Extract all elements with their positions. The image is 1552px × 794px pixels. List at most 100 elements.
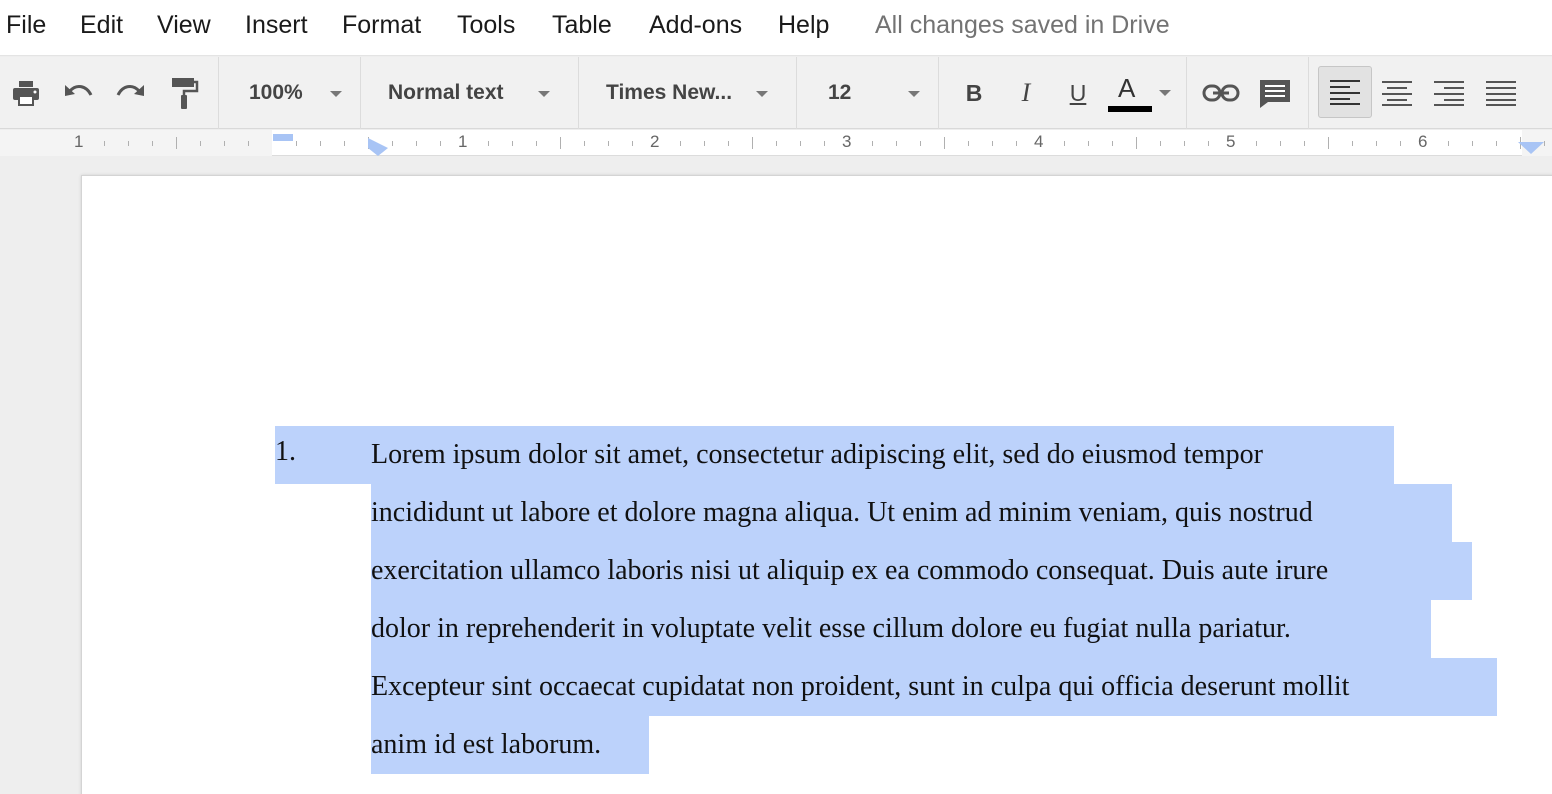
ruler-tick [1472, 140, 1473, 146]
ruler-number: 4 [1034, 132, 1044, 151]
document-page[interactable]: 1. Lorem ipsum dolor sit amet, consectet… [81, 175, 1552, 794]
ruler-tick [800, 140, 801, 146]
ruler-tick [992, 140, 993, 146]
toolbar-separator [1308, 57, 1309, 129]
zoom-dropdown[interactable]: 100% [222, 69, 358, 117]
paragraph-line[interactable]: dolor in reprehenderit in voluptate veli… [371, 600, 1431, 658]
ruler-left-margin [0, 130, 272, 156]
align-left-button[interactable] [1318, 66, 1372, 118]
paragraph-line[interactable]: incididunt ut labore et dolore magna ali… [371, 484, 1452, 542]
ruler-number: 1 [74, 132, 84, 151]
menu-format[interactable]: Format [342, 10, 421, 40]
ruler-tick [608, 140, 609, 146]
menu-table[interactable]: Table [552, 10, 612, 40]
paint-format-button[interactable] [162, 69, 206, 117]
align-right-button[interactable] [1424, 69, 1474, 117]
redo-icon [116, 85, 144, 96]
text-color-icon: A [1118, 73, 1136, 103]
chevron-down-icon [538, 91, 550, 97]
paragraph-style-dropdown[interactable]: Normal text [362, 69, 576, 117]
ruler-number: 3 [842, 132, 852, 151]
toolbar-separator [796, 57, 797, 129]
ruler-tick [1136, 137, 1137, 149]
ruler-tick [704, 140, 705, 146]
ruler-tick [1256, 140, 1257, 146]
paragraph-line[interactable]: anim id est laborum. [371, 716, 649, 774]
toolbar-separator [1186, 57, 1187, 129]
ruler-tick [200, 140, 201, 146]
paragraph-line[interactable]: exercitation ullamco laboris nisi ut ali… [371, 542, 1472, 600]
font-dropdown[interactable]: Times New... [580, 69, 794, 117]
first-line-indent-marker[interactable] [273, 134, 293, 141]
bold-icon: B [965, 79, 983, 106]
menu-help[interactable]: Help [778, 10, 829, 40]
ruler-tick [104, 140, 105, 146]
toolbar: 100% Normal text Times New... 12 B I U A [0, 57, 1552, 129]
italic-icon: I [1021, 78, 1031, 107]
ruler-tick [776, 140, 777, 146]
ruler-number: 5 [1226, 132, 1236, 151]
ruler-tick [1304, 140, 1305, 146]
ruler-tick [944, 137, 945, 149]
insert-comment-button[interactable] [1252, 69, 1298, 117]
bold-button[interactable]: B [952, 69, 996, 117]
ruler-tick [920, 140, 921, 146]
menu-file[interactable]: File [6, 10, 46, 40]
ruler-tick [1400, 140, 1401, 146]
comment-icon [1260, 80, 1290, 108]
ruler-tick [176, 137, 177, 149]
ruler-tick [1448, 140, 1449, 146]
undo-button[interactable] [56, 69, 100, 117]
text-color-swatch [1108, 106, 1152, 112]
justify-button[interactable] [1476, 69, 1526, 117]
ruler-tick [728, 140, 729, 146]
ruler-tick [968, 140, 969, 146]
ruler-tick [872, 140, 873, 146]
text-color-button[interactable]: A [1104, 69, 1180, 117]
menu-edit[interactable]: Edit [80, 10, 123, 40]
ruler-tick [1016, 140, 1017, 146]
menu-add-ons[interactable]: Add-ons [649, 10, 742, 40]
align-left-icon [1330, 80, 1360, 105]
ruler-tick [632, 140, 633, 146]
ruler-tick [1184, 140, 1185, 146]
menu-insert[interactable]: Insert [245, 10, 308, 40]
menu-view[interactable]: View [157, 10, 211, 40]
ruler-tick [152, 140, 153, 146]
align-justify-icon [1486, 81, 1516, 106]
italic-button[interactable]: I [1004, 69, 1048, 117]
ruler-tick [536, 140, 537, 146]
link-icon [1202, 84, 1240, 102]
list-number: 1. [275, 426, 371, 484]
right-indent-marker[interactable] [1518, 142, 1544, 156]
ruler-tick [1352, 140, 1353, 146]
font-size-value: 12 [828, 81, 852, 104]
ruler-tick [224, 140, 225, 146]
menu-tools[interactable]: Tools [457, 10, 515, 40]
ruler-tick [488, 140, 489, 146]
chevron-down-icon [1159, 90, 1171, 96]
underline-button[interactable]: U [1056, 69, 1100, 117]
ruler-tick [1112, 140, 1113, 146]
ruler-tick [584, 140, 585, 146]
align-center-button[interactable] [1372, 69, 1422, 117]
ruler-tick [752, 137, 753, 149]
print-button[interactable] [4, 69, 48, 117]
align-center-icon [1382, 81, 1412, 106]
underline-icon: U [1069, 79, 1087, 106]
ruler-tick [440, 140, 441, 146]
chevron-down-icon [908, 91, 920, 97]
ruler-tick [1376, 140, 1377, 146]
left-indent-marker[interactable] [366, 138, 390, 156]
ruler-tick [296, 140, 297, 146]
paragraph-line[interactable]: Excepteur sint occaecat cupidatat non pr… [371, 658, 1497, 716]
paragraph-line[interactable]: Lorem ipsum dolor sit amet, consectetur … [371, 426, 1394, 484]
ruler-tick [896, 140, 897, 146]
paragraph-style-value: Normal text [388, 81, 504, 104]
ruler-tick [1208, 140, 1209, 146]
insert-link-button[interactable] [1198, 69, 1244, 117]
toolbar-separator [938, 57, 939, 129]
save-status[interactable]: All changes saved in Drive [875, 10, 1170, 40]
redo-button[interactable] [109, 69, 153, 117]
font-size-dropdown[interactable]: 12 [798, 69, 936, 117]
